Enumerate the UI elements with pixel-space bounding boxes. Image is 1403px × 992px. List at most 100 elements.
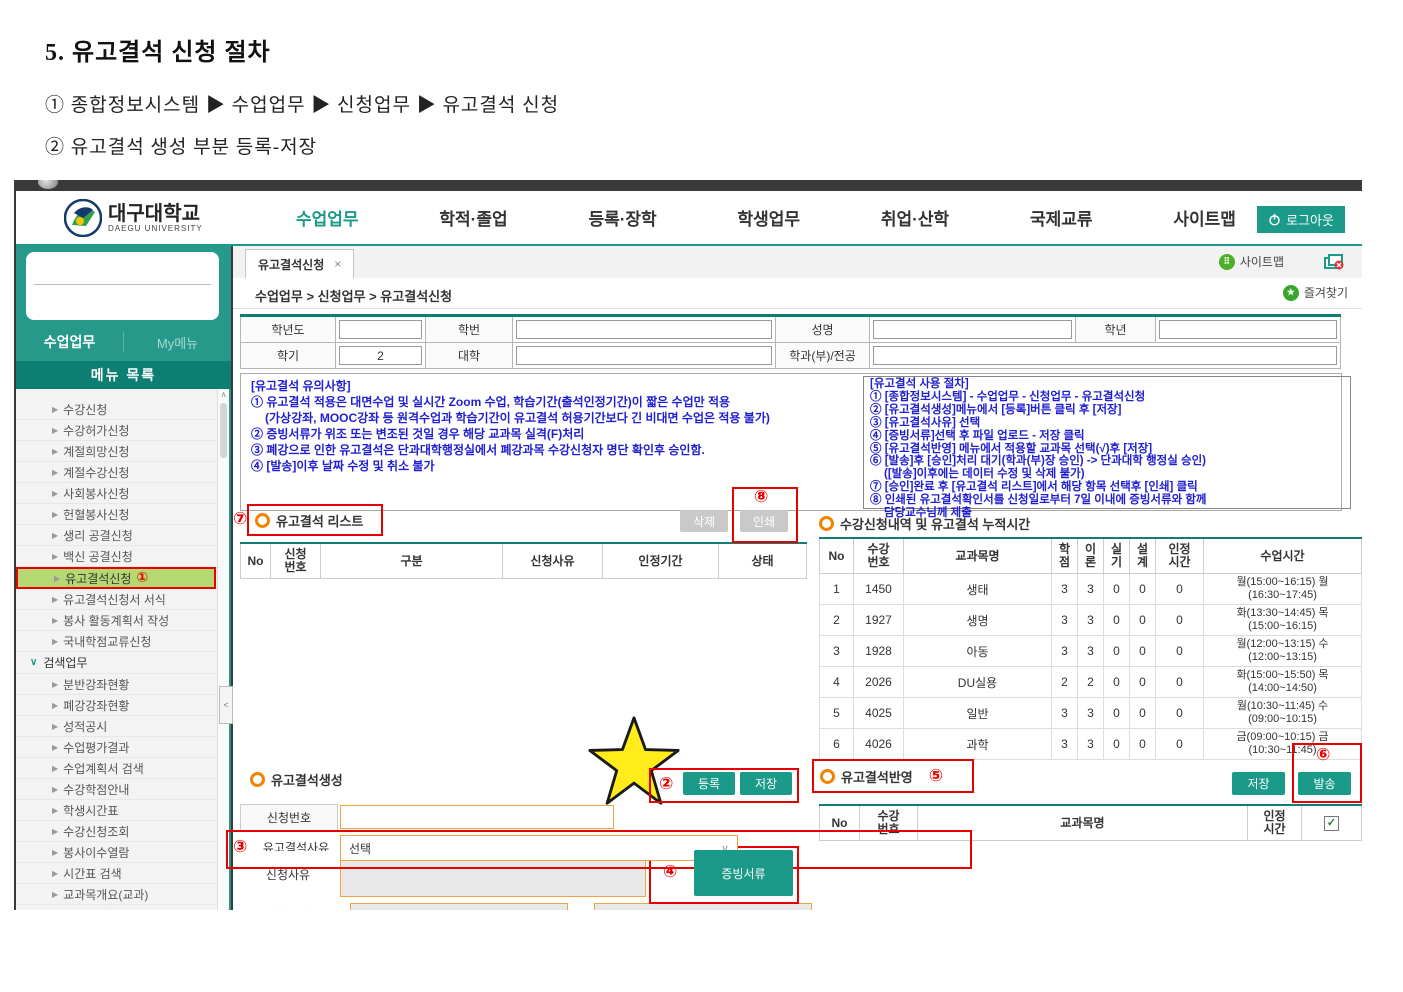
nav-item-employment-industry[interactable]: 취업·산학 xyxy=(881,205,949,230)
doc-step-1: ① 종합정보시스템 ▶ 수업업무 ▶ 신청업무 ▶ 유고결석 신청 xyxy=(45,90,559,117)
enroll-col-course-name: 교과목명 xyxy=(904,538,1052,574)
semester-input[interactable]: 2 xyxy=(339,346,422,365)
sidebar-item-course-outline[interactable]: ▶교과목개요(교과) xyxy=(16,884,216,905)
page-title: 5. 유고결석 신청 절차 xyxy=(45,32,271,67)
college-input[interactable] xyxy=(516,346,772,365)
close-icon[interactable]: × xyxy=(334,257,341,271)
triangle-icon: ▶ xyxy=(52,595,58,604)
logout-label: 로그아웃 xyxy=(1286,210,1334,229)
notice-left-title: [유고결석 유의사항] xyxy=(251,378,851,394)
send-button[interactable]: 발송 xyxy=(1298,772,1351,795)
annotation-2: ② xyxy=(659,776,673,793)
sidebar-item-credit-guide[interactable]: ▶수강학점안내 xyxy=(16,779,216,800)
delete-button[interactable]: 삭제 xyxy=(680,510,728,532)
sidebar-item-seasonal-hope[interactable]: ▶계절희망신청 xyxy=(16,441,216,462)
name-input[interactable] xyxy=(873,320,1072,339)
triangle-icon: ▶ xyxy=(52,890,58,899)
select-all-checkbox[interactable]: ✓ xyxy=(1324,816,1339,831)
notice-line: ③ [유고결석사유] 선택 xyxy=(870,417,1344,430)
enroll-section-header: 수강신청내역 및 유고결석 누적시간 xyxy=(819,514,1030,533)
table-row[interactable]: 54025일반33000월(10:30~11:45) 수(09:00~10:15… xyxy=(820,698,1362,729)
university-emblem-icon xyxy=(64,199,102,237)
section-bullet-icon xyxy=(820,769,835,784)
sidebar-item-blood-donation[interactable]: ▶헌혈봉사신청 xyxy=(16,504,216,525)
sidebar-item-service-plan[interactable]: ▶봉사 활동계획서 작성 xyxy=(16,610,216,631)
annotation-4: ④ xyxy=(663,864,677,881)
logout-button[interactable]: 로그아웃 xyxy=(1257,206,1345,233)
apply-col-recognized: 인정 시간 xyxy=(1248,805,1302,841)
create-save-button[interactable]: 저장 xyxy=(740,772,792,795)
evidence-button[interactable]: 증빙서류 xyxy=(694,850,793,896)
dept-input[interactable] xyxy=(873,346,1337,365)
calendar-icon[interactable]: ▦ xyxy=(552,907,563,910)
annotation-box-list-title: 유고결석 리스트 xyxy=(247,504,383,536)
favorite-shortcut[interactable]: ★ 즐겨찾기 xyxy=(1283,284,1348,301)
sidebar-tab-course-affairs[interactable]: 수업업무 xyxy=(16,332,124,352)
register-button[interactable]: 등록 xyxy=(683,772,735,795)
nav-item-international[interactable]: 국제교류 xyxy=(1030,205,1093,230)
nav-item-student-affairs[interactable]: 학생업무 xyxy=(738,205,801,230)
sidebar-item-timetable-search[interactable]: ▶시간표 검색 xyxy=(16,863,216,884)
table-row[interactable]: 21927생명33000화(13:30~14:45) 목(15:00~16:15… xyxy=(820,605,1362,636)
triangle-icon: ▶ xyxy=(52,426,58,435)
window-close-icon[interactable] xyxy=(1324,254,1344,270)
notice-line: ⑤ [유고결석반영] 메뉴에서 적용할 교과목 선택(√)후 [저장] xyxy=(870,443,1344,456)
period-start-input[interactable]: ▦ xyxy=(350,903,568,910)
sidebar-item-registration-inquiry[interactable]: ▶수강신청조회 xyxy=(16,821,216,842)
sidebar-item-grade-posting[interactable]: ▶성적공시 xyxy=(16,716,216,737)
notice-line: ④ [증빙서류]선택 후 파일 업로드 - 저장 클릭 xyxy=(870,430,1344,443)
tab-excused-absence[interactable]: 유고결석신청 × xyxy=(245,249,354,278)
sidebar-item-section-status[interactable]: ▶분반강좌현황 xyxy=(16,674,216,695)
scroll-up-icon[interactable]: ∧ xyxy=(218,390,229,399)
sidebar-group-search[interactable]: ∨검색업무 xyxy=(16,652,216,674)
app-header: 대구대학교 DAEGU UNIVERSITY 수업업무 학적·졸업 등록·장학 … xyxy=(16,191,1362,246)
calendar-icon[interactable]: ▦ xyxy=(796,907,807,910)
annotation-7: ⑦ xyxy=(233,511,247,528)
triangle-icon: ▶ xyxy=(54,574,60,583)
university-logo[interactable]: 대구대학교 DAEGU UNIVERSITY xyxy=(64,199,203,237)
year-input[interactable] xyxy=(339,320,422,339)
scrollbar-thumb[interactable] xyxy=(220,403,227,458)
nav-item-course-affairs[interactable]: 수업업무 xyxy=(296,205,359,230)
enroll-col-course-no: 수강 번호 xyxy=(854,538,904,574)
sidebar-item-excused-absence[interactable]: ▶유고결석신청① xyxy=(16,567,216,589)
apply-save-button[interactable]: 저장 xyxy=(1232,772,1285,795)
table-row[interactable]: 42026DU실용22000화(15:00~15:50) 목(14:00~14:… xyxy=(820,667,1362,698)
sidebar-item-course-permission[interactable]: ▶수강허가신청 xyxy=(16,420,216,441)
nav-item-sitemap[interactable]: 사이트맵 xyxy=(1173,205,1236,230)
grade-input[interactable] xyxy=(1159,320,1337,339)
sidebar-item-social-service[interactable]: ▶사회봉사신청 xyxy=(16,483,216,504)
power-icon xyxy=(1268,213,1281,226)
table-row[interactable]: 31928아동33000월(12:00~13:15) 수(12:00~13:15… xyxy=(820,636,1362,667)
sidebar-item-seasonal-course[interactable]: ▶계절수강신청 xyxy=(16,462,216,483)
reason-select[interactable]: 선택 ∨ xyxy=(340,835,738,861)
student-no-input[interactable] xyxy=(516,320,772,339)
sidebar-item-service-completion[interactable]: ▶봉사이수열람 xyxy=(16,842,216,863)
section-bullet-icon xyxy=(255,513,270,528)
section-bullet-icon xyxy=(819,516,834,531)
table-row[interactable]: 64026과학33000금(09:00~10:15) 금(10:30~11:45… xyxy=(820,729,1362,760)
sidebar-item-partial-last[interactable]: ▶취업전직추천 xyxy=(16,905,216,910)
semester-label: 학기 xyxy=(241,343,336,369)
request-no-input[interactable] xyxy=(340,805,614,829)
sidebar-login-box[interactable] xyxy=(26,252,219,320)
nav-item-registration-scholarship[interactable]: 등록·장학 xyxy=(588,205,656,230)
sidebar-item-absence-form[interactable]: ▶유고결석신청서 서식 xyxy=(16,589,216,610)
sidebar-item-cancelled-courses[interactable]: ▶폐강강좌현황 xyxy=(16,695,216,716)
year-label: 학년도 xyxy=(241,316,336,343)
sidebar-item-vaccine-absence[interactable]: ▶백신 공결신청 xyxy=(16,546,216,567)
nav-item-records-graduation[interactable]: 학적·졸업 xyxy=(439,205,507,230)
table-row[interactable]: 11450생태33000월(15:00~16:15) 월(16:30~17:45… xyxy=(820,574,1362,605)
notice-line: ① 유고결석 적용은 대면수업 및 실시간 Zoom 수업, 학습기간(출석인정… xyxy=(251,394,851,410)
apply-section-title: 유고결석반영 xyxy=(841,767,913,786)
period-end-input[interactable]: ▦ xyxy=(594,903,812,910)
sidebar-item-class-evaluation[interactable]: ▶수업평가결과 xyxy=(16,737,216,758)
sidebar-item-menstrual-absence[interactable]: ▶생리 공결신청 xyxy=(16,525,216,546)
sitemap-shortcut[interactable]: ⠿ 사이트맵 xyxy=(1219,253,1284,270)
sidebar-tab-my-menu[interactable]: My메뉴 xyxy=(124,333,231,352)
sidebar-item-syllabus-search[interactable]: ▶수업계획서 검색 xyxy=(16,758,216,779)
sidebar-item-student-timetable[interactable]: ▶학생시간표 xyxy=(16,800,216,821)
sidebar-item-course-registration[interactable]: ▶수강신청 xyxy=(16,399,216,420)
sidebar-collapse-handle[interactable]: < xyxy=(219,686,233,724)
sidebar-item-domestic-credit-exchange[interactable]: ▶국내학점교류신청 xyxy=(16,631,216,652)
